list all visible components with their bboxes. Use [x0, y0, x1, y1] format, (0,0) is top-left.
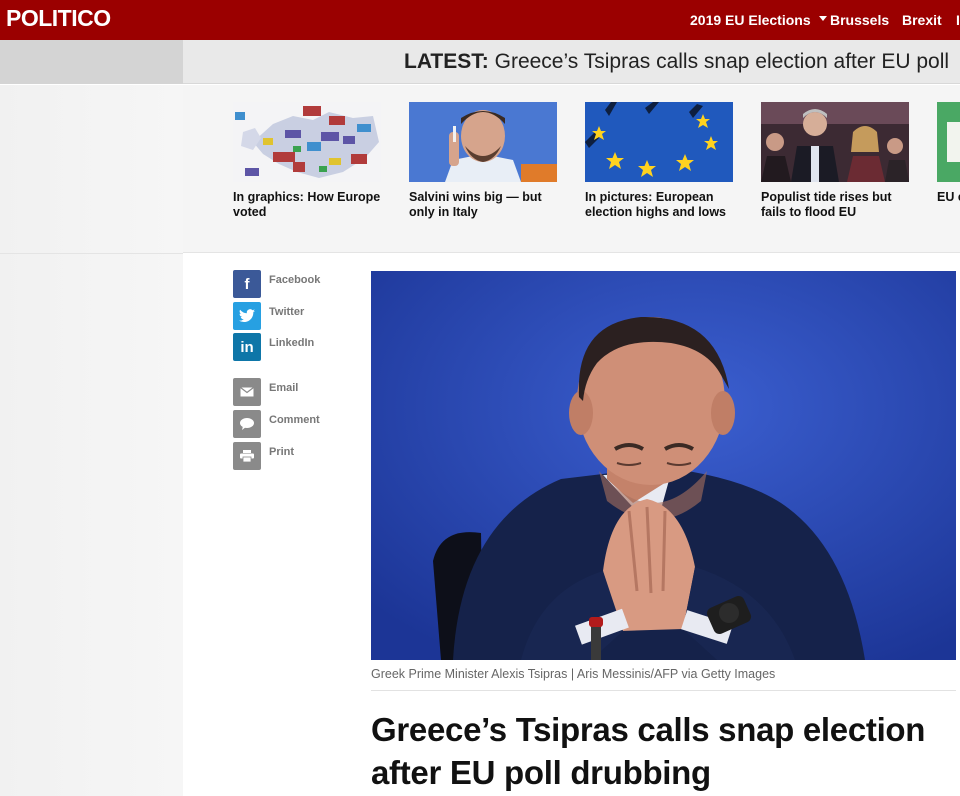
twitter-icon[interactable]	[233, 302, 261, 330]
divider	[0, 253, 183, 254]
share-label[interactable]: Comment	[269, 414, 320, 426]
latest-text: Greece’s Tsipras calls snap election aft…	[494, 50, 950, 73]
share-label[interactable]: Email	[269, 382, 298, 394]
share-label[interactable]: Facebook	[269, 274, 320, 286]
image-credit: Greek Prime Minister Alexis Tsipras | Ar…	[371, 667, 776, 681]
share-print[interactable]: Print	[233, 442, 363, 470]
facebook-icon[interactable]: f	[233, 270, 261, 298]
top-nav-bar: POLITICO 2019 EU Elections Brussels Brex…	[0, 0, 960, 40]
article-hero-image	[371, 271, 956, 660]
share-label[interactable]: Twitter	[269, 306, 304, 318]
share-twitter[interactable]: Twitter	[233, 302, 363, 330]
chevron-down-icon	[818, 15, 827, 21]
share-facebook[interactable]: f Facebook	[233, 270, 363, 298]
story-carousel: In graphics: How Europe voted Salvini wi…	[183, 85, 960, 253]
carousel-thumb-populist-crowd[interactable]	[761, 102, 909, 182]
nav-item-label: 2019 EU Elections	[690, 12, 811, 28]
latest-bar-left-margin	[0, 40, 183, 84]
nav-item-truncated[interactable]: I	[956, 0, 960, 40]
politico-logo[interactable]: POLITICO	[6, 5, 111, 31]
nav-item-brussels[interactable]: Brussels	[830, 0, 889, 40]
print-icon[interactable]	[233, 442, 261, 470]
share-label[interactable]: LinkedIn	[269, 337, 314, 349]
carousel-caption[interactable]: In pictures: European election highs and…	[585, 190, 735, 220]
carousel-caption[interactable]: In graphics: How Europe voted	[233, 190, 383, 220]
carousel-thumb-partial[interactable]	[937, 102, 960, 182]
latest-headline[interactable]: LATEST: Greece’s Tsipras calls snap elec…	[404, 50, 949, 74]
carousel-thumb-salvini[interactable]	[409, 102, 557, 182]
carousel-thumb-europe-map[interactable]	[233, 102, 381, 182]
left-margin	[0, 85, 183, 796]
carousel-card-salvini[interactable]: Salvini wins big — but only in Italy	[409, 102, 559, 220]
article-headline: Greece’s Tsipras calls snap election aft…	[371, 711, 926, 791]
divider	[371, 690, 956, 691]
share-linkedin[interactable]: in LinkedIn	[233, 333, 363, 361]
comment-icon[interactable]	[233, 410, 261, 438]
carousel-card-partial[interactable]: EU e lose	[937, 102, 960, 205]
share-email[interactable]: Email	[233, 378, 363, 406]
share-comment[interactable]: Comment	[233, 410, 363, 438]
carousel-caption[interactable]: Salvini wins big — but only in Italy	[409, 190, 559, 220]
carousel-caption[interactable]: EU e lose	[937, 190, 960, 205]
share-label[interactable]: Print	[269, 446, 294, 458]
email-icon[interactable]	[233, 378, 261, 406]
carousel-card-graphics[interactable]: In graphics: How Europe voted	[233, 102, 383, 220]
latest-label: LATEST:	[404, 50, 489, 73]
latest-news-bar[interactable]: LATEST: Greece’s Tsipras calls snap elec…	[183, 40, 960, 84]
nav-item-2019-eu-elections[interactable]: 2019 EU Elections	[690, 0, 827, 40]
linkedin-icon[interactable]: in	[233, 333, 261, 361]
nav-item-brexit[interactable]: Brexit	[902, 0, 942, 40]
carousel-card-populist[interactable]: Populist tide rises but fails to flood E…	[761, 102, 911, 220]
carousel-card-pictures[interactable]: In pictures: European election highs and…	[585, 102, 735, 220]
carousel-caption[interactable]: Populist tide rises but fails to flood E…	[761, 190, 911, 220]
carousel-thumb-eu-flag[interactable]	[585, 102, 733, 182]
